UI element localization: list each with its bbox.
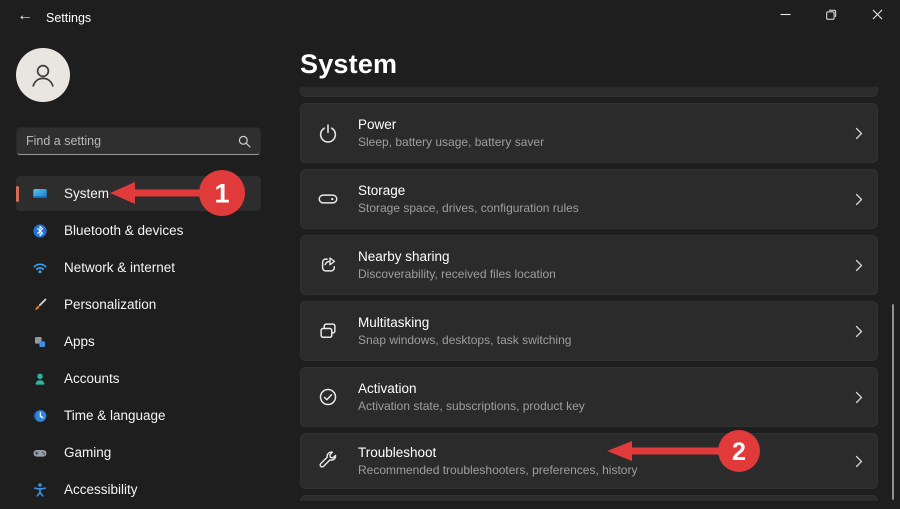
multitasking-icon	[317, 320, 339, 342]
nearby-sharing-icon	[317, 254, 339, 276]
chevron-right-icon	[855, 455, 863, 468]
row-subtitle: Sleep, battery usage, battery saver	[358, 135, 545, 149]
chevron-right-icon	[855, 325, 863, 338]
restore-button[interactable]	[808, 0, 854, 29]
row-title: Activation	[358, 381, 417, 396]
row-title: Nearby sharing	[358, 249, 450, 264]
sidebar-item-bluetooth-devices[interactable]: Bluetooth & devices	[16, 213, 261, 248]
sidebar-item-label: System	[64, 186, 110, 201]
row-subtitle: Activation state, subscriptions, product…	[358, 399, 585, 413]
sidebar-item-personalization[interactable]: Personalization	[16, 287, 261, 322]
sidebar-item-network-internet[interactable]: Network & internet	[16, 250, 261, 285]
row-subtitle: Snap windows, desktops, task switching	[358, 333, 572, 347]
sidebar-item-label: Apps	[64, 334, 95, 349]
chevron-right-icon	[855, 259, 863, 272]
bluetooth-icon	[32, 223, 48, 239]
sidebar-item-label: Bluetooth & devices	[64, 223, 184, 238]
sidebar-item-accounts[interactable]: Accounts	[16, 361, 261, 396]
row-troubleshoot[interactable]: Troubleshoot Recommended troubleshooters…	[300, 433, 878, 489]
row-multitasking[interactable]: Multitasking Snap windows, desktops, tas…	[300, 301, 878, 361]
search-icon	[238, 135, 251, 148]
sidebar-nav: System Bluetooth & devices Network & int…	[16, 176, 261, 509]
power-icon	[317, 122, 339, 144]
search-box[interactable]	[16, 127, 261, 155]
close-icon	[872, 9, 882, 20]
sidebar-item-accessibility[interactable]: Accessibility	[16, 472, 261, 507]
restore-icon	[825, 9, 836, 20]
selected-accent-pill	[16, 185, 19, 202]
row-storage[interactable]: Storage Storage space, drives, configura…	[300, 169, 878, 229]
row-subtitle: Recommended troubleshooters, preferences…	[358, 463, 638, 477]
partial-row-top[interactable]	[300, 87, 878, 97]
close-button[interactable]	[854, 0, 900, 29]
row-nearby-sharing[interactable]: Nearby sharing Discoverability, received…	[300, 235, 878, 295]
window-title: Settings	[46, 11, 92, 25]
sidebar-item-label: Accounts	[64, 371, 120, 386]
row-power[interactable]: Power Sleep, battery usage, battery save…	[300, 103, 878, 163]
sidebar-item-apps[interactable]: Apps	[16, 324, 261, 359]
chevron-right-icon	[855, 391, 863, 404]
sidebar-item-system[interactable]: System	[16, 176, 261, 211]
accessibility-icon	[32, 482, 48, 498]
row-subtitle: Storage space, drives, configuration rul…	[358, 201, 579, 215]
storage-icon	[317, 188, 339, 210]
row-activation[interactable]: Activation Activation state, subscriptio…	[300, 367, 878, 427]
page-title: System	[300, 49, 398, 79]
sidebar-item-time-language[interactable]: Time & language	[16, 398, 261, 433]
row-title: Troubleshoot	[358, 445, 437, 460]
chevron-right-icon	[855, 193, 863, 206]
sidebar-item-gaming[interactable]: Gaming	[16, 435, 261, 470]
row-subtitle: Discoverability, received files location	[358, 267, 556, 281]
search-input[interactable]	[26, 134, 238, 148]
vertical-scrollbar[interactable]	[892, 304, 894, 500]
avatar[interactable]	[16, 48, 70, 102]
accounts-icon	[32, 371, 48, 387]
sidebar-item-label: Personalization	[64, 297, 157, 312]
chevron-right-icon	[855, 127, 863, 140]
troubleshoot-icon	[317, 450, 339, 472]
sidebar-item-label: Accessibility	[64, 482, 138, 497]
row-title: Power	[358, 117, 397, 132]
minimize-icon	[780, 13, 790, 16]
apps-icon	[32, 334, 48, 350]
sidebar-item-label: Network & internet	[64, 260, 176, 275]
row-title: Multitasking	[358, 315, 430, 330]
network-icon	[32, 260, 48, 276]
activation-icon	[317, 386, 339, 408]
row-title: Storage	[358, 183, 406, 198]
user-icon	[32, 64, 54, 87]
sidebar-item-label: Time & language	[64, 408, 166, 423]
personalization-icon	[32, 297, 48, 313]
arrow-left-icon: ←	[17, 7, 33, 24]
partial-row-bottom[interactable]	[300, 495, 878, 501]
window-controls	[762, 0, 900, 29]
system-icon	[32, 186, 48, 202]
gaming-icon	[32, 445, 48, 461]
titlebar: ← Settings	[0, 0, 900, 30]
time-language-icon	[32, 408, 48, 424]
minimize-button[interactable]	[762, 0, 808, 29]
sidebar-item-label: Gaming	[64, 445, 112, 460]
back-button[interactable]: ←	[8, 3, 42, 29]
